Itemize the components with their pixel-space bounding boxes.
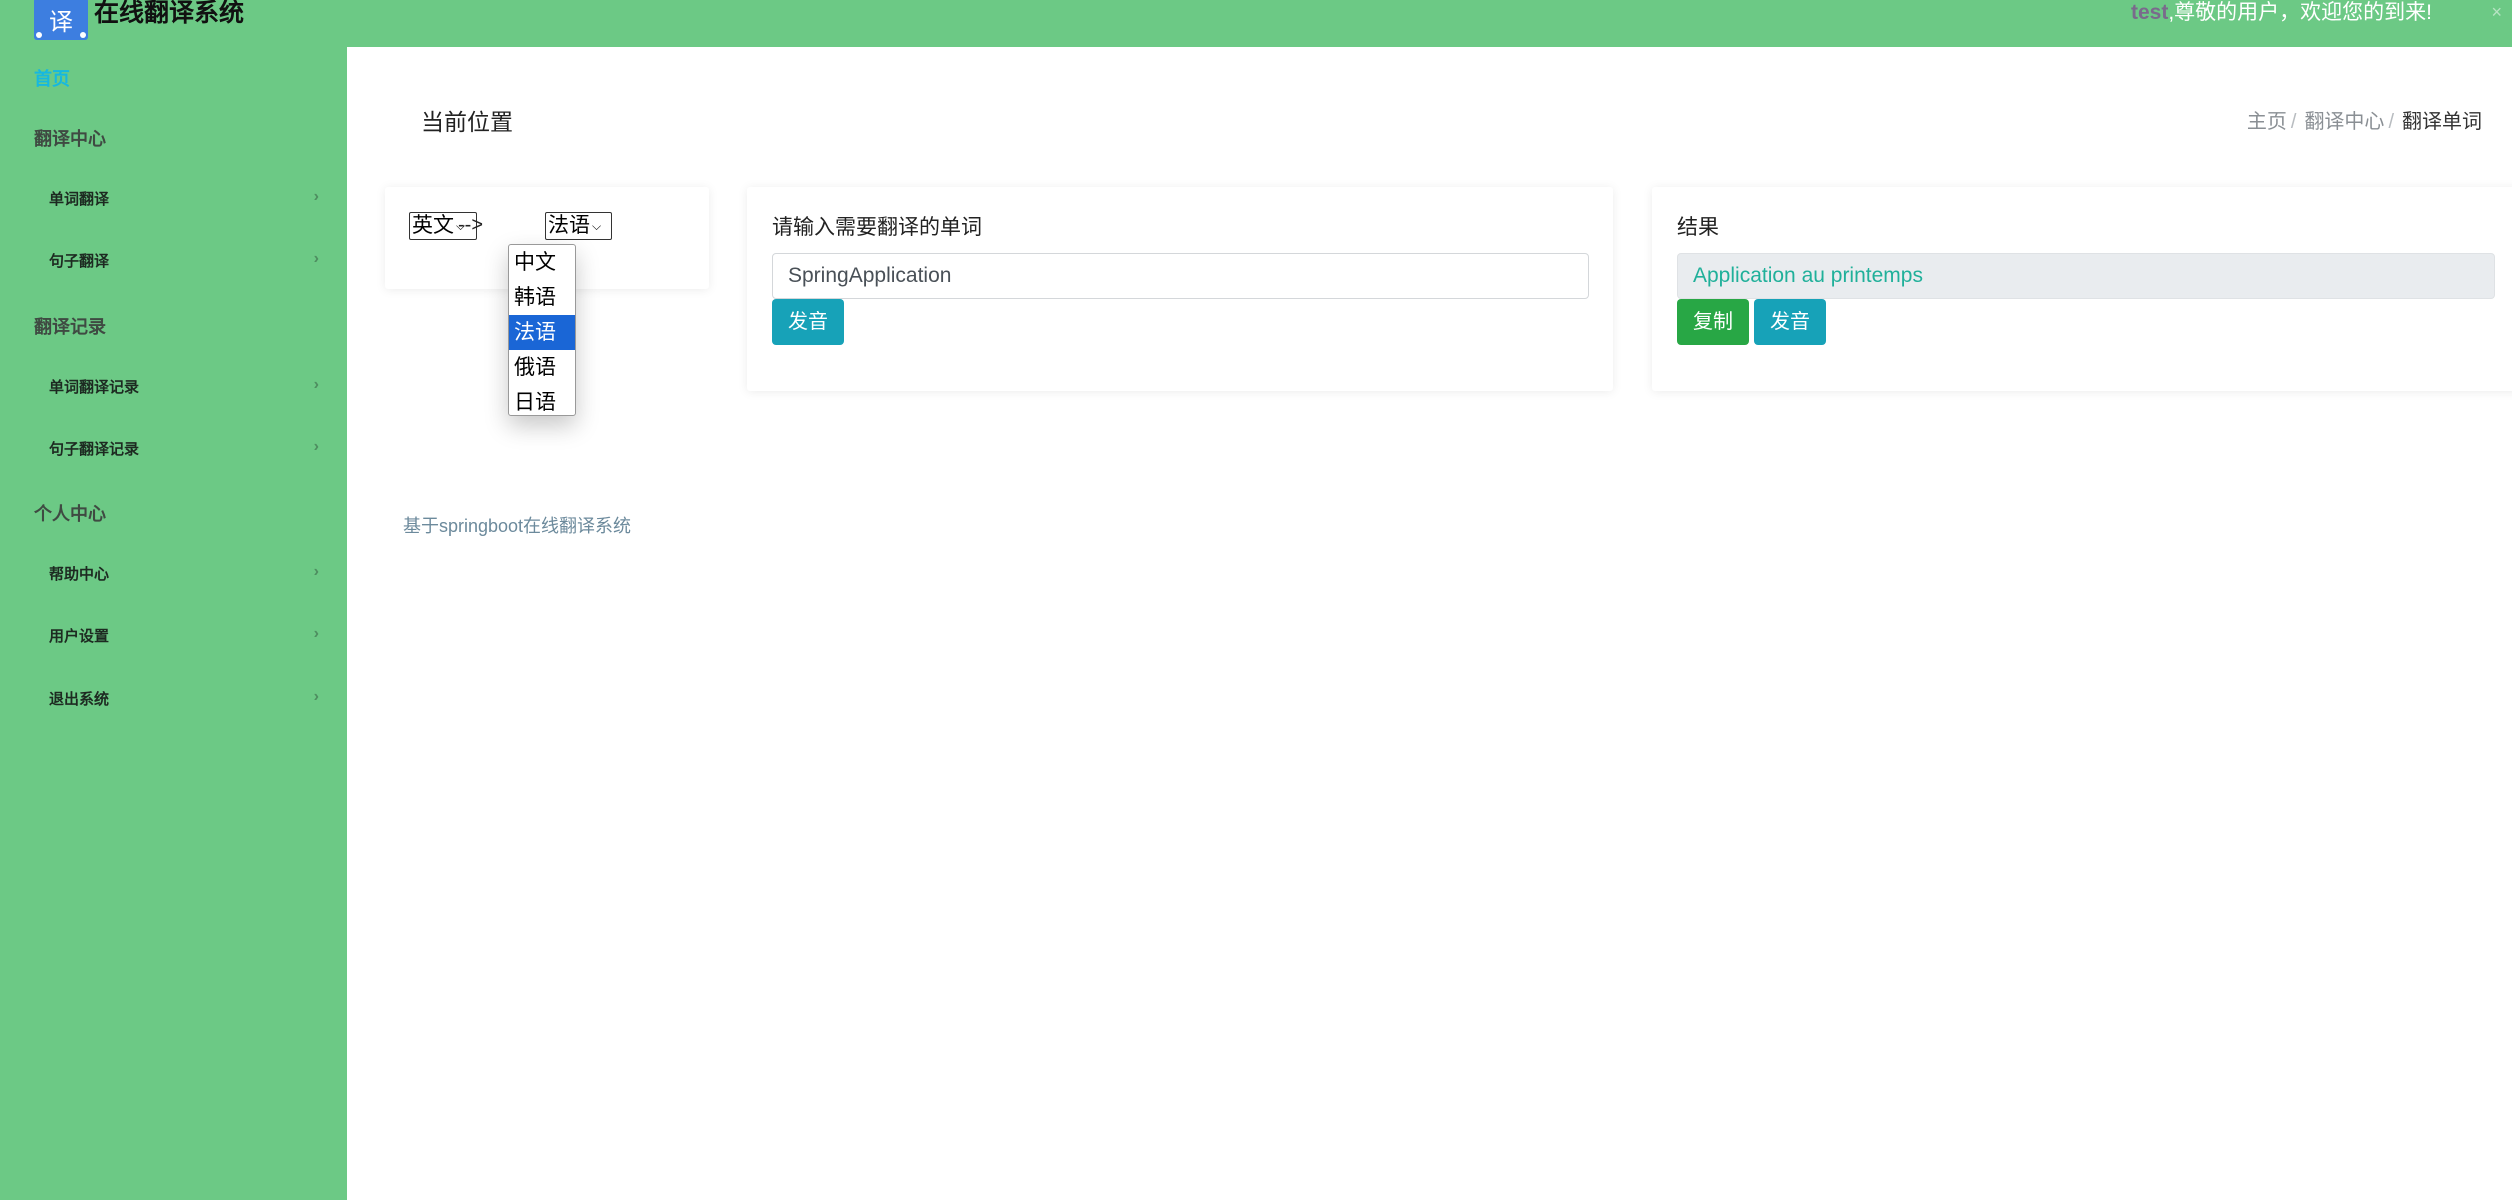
copy-button[interactable]: 复制 [1677,299,1749,345]
sidebar-group-translate-center[interactable]: 翻译中心 [34,125,106,151]
sidebar-item-sentence-records[interactable]: 句子翻译记录 › [49,438,319,459]
sidebar-item-label: 帮助中心 [49,566,110,583]
language-option-french[interactable]: 法语 [509,315,575,350]
target-language-value: 法语 [548,214,590,237]
sidebar-item-label: 句子翻译 [49,253,110,270]
sidebar-item-logout[interactable]: 退出系统 › [49,688,319,709]
username[interactable]: test [2131,1,2168,24]
chevron-right-icon: › [313,376,319,393]
sidebar-item-label: 单词翻译 [49,191,110,208]
welcome-message: test,尊敬的用户，欢迎您的到来! [2131,0,2432,26]
sidebar-item-help[interactable]: 帮助中心 › [49,563,319,584]
sidebar-item-word-translate[interactable]: 单词翻译 › [49,188,319,209]
language-option-russian[interactable]: 俄语 [509,350,575,385]
language-option-chinese[interactable]: 中文 [509,245,575,280]
chevron-right-icon: › [313,563,319,580]
sidebar: 首页 翻译中心 单词翻译 › 句子翻译 › 翻译记录 单词翻译记录 › 句子翻译记录 ›… [0,47,347,1200]
sidebar-group-records[interactable]: 翻译记录 [34,313,106,339]
close-icon[interactable]: × [2491,0,2502,24]
input-card: 请输入需要翻译的单词 SpringApplication 发音 [747,187,1613,391]
source-language-value: 英文 [412,214,454,237]
chevron-right-icon: › [313,625,319,642]
sidebar-item-label: 用户设置 [49,628,110,645]
main-content: 当前位置 主页 / 翻译中心 / 翻译单词 英文 ⌵ --> 法语 ⌵ 请输入需要翻译的单词… [347,47,2512,1200]
sidebar-item-word-records[interactable]: 单词翻译记录 › [49,376,319,397]
chevron-down-icon: ⌵ [592,219,602,234]
sidebar-item-label: 退出系统 [49,691,110,708]
language-option-japanese[interactable]: 日语 [509,385,575,420]
result-field[interactable]: Application au printemps [1677,253,2495,299]
breadcrumb: 主页 / 翻译中心 / 翻译单词 [2247,105,2482,134]
word-input[interactable]: SpringApplication [772,253,1589,299]
app-title: 在线翻译系统 [94,0,245,27]
chevron-right-icon: › [313,188,319,205]
chevron-right-icon: › [313,438,319,455]
footer-text: 基于springboot在线翻译系统 [403,516,632,536]
sidebar-item-label: 单词翻译记录 [49,379,140,396]
breadcrumb-separator: / [2290,111,2297,133]
sidebar-item-home[interactable]: 首页 [34,65,70,91]
language-arrow: --> [458,214,483,236]
result-speak-button[interactable]: 发音 [1754,299,1826,345]
language-option-korean[interactable]: 韩语 [509,280,575,315]
page-title: 当前位置 [421,109,513,135]
welcome-text: ,尊敬的用户，欢迎您的到来! [2168,1,2432,24]
app-logo[interactable]: 译 [34,0,88,40]
target-language-select[interactable]: 法语 ⌵ [545,212,612,240]
chevron-right-icon: › [313,250,319,267]
breadcrumb-current: 翻译单词 [2402,111,2482,133]
result-label: 结果 [1677,216,1719,239]
input-label: 请输入需要翻译的单词 [772,216,982,239]
sidebar-item-label: 句子翻译记录 [49,441,140,458]
top-header: 译 在线翻译系统 test,尊敬的用户，欢迎您的到来! × [0,0,2512,47]
breadcrumb-translate-center[interactable]: 翻译中心 [2304,111,2384,133]
speak-button[interactable]: 发音 [772,299,844,345]
target-language-dropdown: 中文 韩语 法语 俄语 日语 [508,244,576,416]
sidebar-item-sentence-translate[interactable]: 句子翻译 › [49,250,319,271]
result-card: 结果 Application au printemps 复制 发音 [1652,187,2512,391]
breadcrumb-home[interactable]: 主页 [2247,111,2287,133]
chevron-right-icon: › [313,688,319,705]
sidebar-group-personal[interactable]: 个人中心 [34,500,106,526]
sidebar-item-user-settings[interactable]: 用户设置 › [49,625,319,646]
logo-glyph: 译 [49,8,73,36]
breadcrumb-separator: / [2388,111,2394,133]
